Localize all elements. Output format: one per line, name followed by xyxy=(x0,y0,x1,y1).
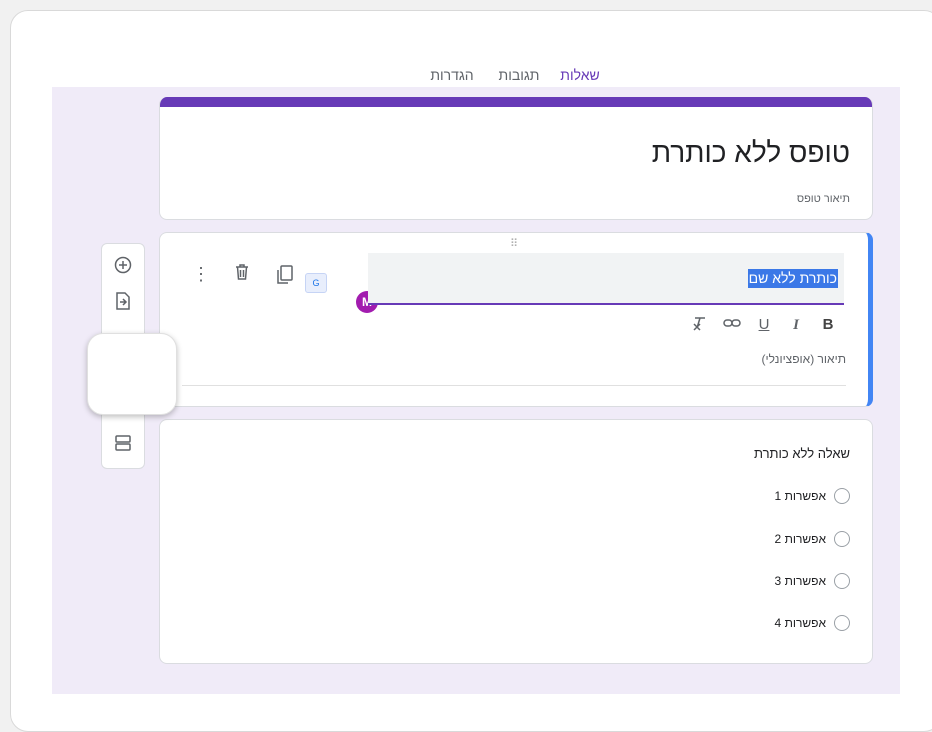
form-accent-bar xyxy=(160,97,872,107)
app-window: שאלות תגובות הגדרות טופס ללא כותרת תיאור… xyxy=(10,10,932,732)
add-question-icon[interactable] xyxy=(112,256,134,278)
form-canvas: טופס ללא כותרת תיאור טופס ⠿ ⋮ G M כותרת … xyxy=(52,87,900,694)
section-card[interactable]: ⠿ ⋮ G M כותרת ללא שם U I B תיאור (אופציו… xyxy=(159,232,873,407)
form-title-card[interactable]: טופס ללא כותרת תיאור טופס xyxy=(159,97,873,220)
option-label[interactable]: אפשרות 1 xyxy=(775,489,826,503)
clear-format-icon[interactable] xyxy=(684,315,716,335)
overlay-popup[interactable] xyxy=(87,333,177,415)
section-title-field[interactable]: כותרת ללא שם xyxy=(368,253,844,305)
option-item[interactable]: אפשרות 4 xyxy=(775,613,850,633)
italic-button[interactable]: I xyxy=(780,315,812,335)
option-item[interactable]: אפשרות 2 xyxy=(775,529,850,549)
radio-icon[interactable] xyxy=(834,615,850,631)
duplicate-icon[interactable] xyxy=(276,265,294,290)
translate-extension-icon[interactable]: G xyxy=(305,273,327,293)
more-vert-icon[interactable]: ⋮ xyxy=(192,264,210,285)
underline-button[interactable]: U xyxy=(748,315,780,335)
section-description[interactable]: תיאור (אופציונלי) xyxy=(762,352,846,366)
import-questions-icon[interactable] xyxy=(112,292,134,314)
form-title[interactable]: טופס ללא כותרת xyxy=(652,137,850,169)
question-card[interactable]: שאלה ללא כותרת אפשרות 1 אפשרות 2 אפשרות … xyxy=(159,419,873,664)
drag-handle-icon[interactable]: ⠿ xyxy=(510,237,519,250)
option-item[interactable]: אפשרות 3 xyxy=(775,571,850,591)
bold-button[interactable]: B xyxy=(812,315,844,335)
radio-icon[interactable] xyxy=(834,573,850,589)
description-underline xyxy=(182,385,846,386)
add-section-icon[interactable] xyxy=(112,434,134,456)
format-toolbar: U I B xyxy=(684,315,844,335)
delete-icon[interactable] xyxy=(234,263,250,286)
link-icon[interactable] xyxy=(716,315,748,335)
option-label[interactable]: אפשרות 3 xyxy=(775,574,826,588)
question-title[interactable]: שאלה ללא כותרת xyxy=(754,446,850,461)
section-title-text[interactable]: כותרת ללא שם xyxy=(747,269,838,288)
option-item[interactable]: אפשרות 1 xyxy=(775,486,850,506)
option-label[interactable]: אפשרות 2 xyxy=(775,532,826,546)
radio-icon[interactable] xyxy=(834,531,850,547)
form-description[interactable]: תיאור טופס xyxy=(797,193,850,205)
option-label[interactable]: אפשרות 4 xyxy=(775,616,826,630)
radio-icon[interactable] xyxy=(834,488,850,504)
